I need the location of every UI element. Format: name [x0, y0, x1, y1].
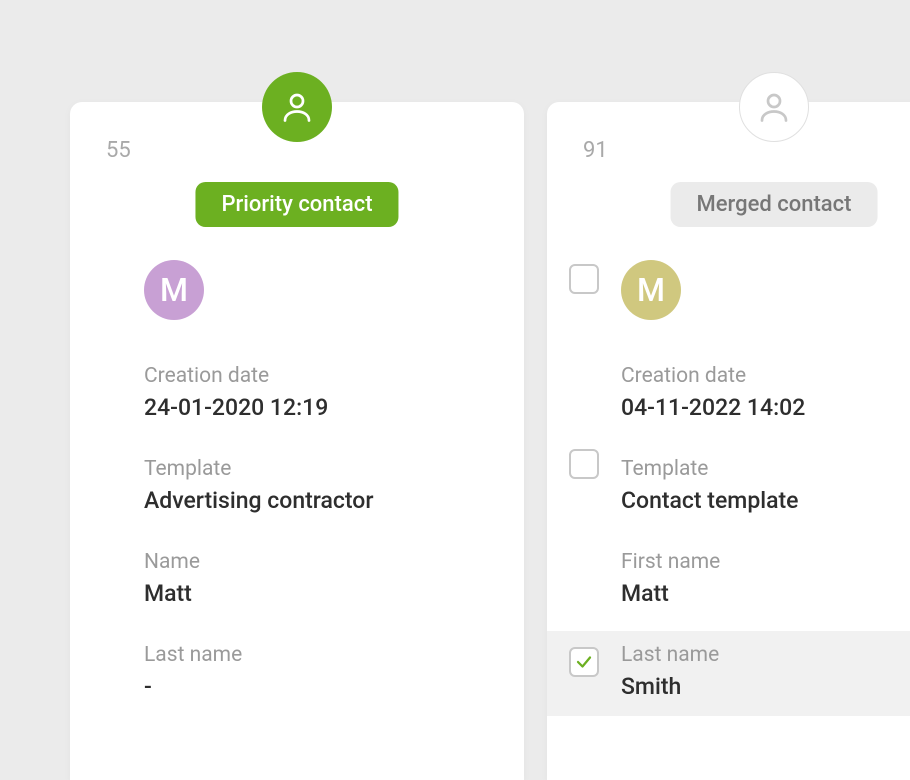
template-value-right: Contact template [621, 487, 910, 514]
contact-head-icon-right [739, 72, 809, 142]
user-icon [279, 89, 315, 125]
lastname-label-left: Last name [144, 643, 524, 667]
avatar-initial-right: M [637, 271, 665, 309]
user-icon [756, 89, 792, 125]
merged-contact-badge-label: Merged contact [697, 192, 852, 217]
avatar-left: M [144, 260, 204, 320]
creation-date-label-right: Creation date [621, 364, 910, 388]
priority-contact-badge-label: Priority contact [221, 192, 372, 217]
avatar-select-checkbox[interactable] [569, 264, 599, 294]
template-label-left: Template [144, 457, 524, 481]
merged-contact-badge: Merged contact [671, 182, 878, 227]
merged-contact-card: 91 Merged contact M Creation da [547, 102, 910, 780]
priority-contact-badge: Priority contact [195, 182, 398, 227]
check-icon [575, 653, 593, 671]
card-id-right: 91 [583, 138, 608, 163]
lastname-value-right: Smith [621, 673, 910, 700]
lastname-value-left: - [144, 673, 524, 700]
creation-date-value-right: 04-11-2022 14:02 [621, 394, 910, 421]
firstname-value-right: Matt [621, 580, 910, 607]
name-label-left: Name [144, 550, 524, 574]
contact-head-icon-left [262, 72, 332, 142]
firstname-label-right: First name [621, 550, 910, 574]
card-id-left: 55 [106, 138, 131, 163]
avatar-right: M [621, 260, 681, 320]
priority-contact-card: 55 Priority contact M Creation date 24-0… [70, 102, 524, 780]
lastname-label-right: Last name [621, 643, 910, 667]
lastname-select-checkbox[interactable] [569, 647, 599, 677]
template-select-checkbox[interactable] [569, 449, 599, 479]
avatar-initial-left: M [160, 271, 188, 309]
template-value-left: Advertising contractor [144, 487, 524, 514]
template-label-right: Template [621, 457, 910, 481]
creation-date-value-left: 24-01-2020 12:19 [144, 394, 524, 421]
name-value-left: Matt [144, 580, 524, 607]
creation-date-label-left: Creation date [144, 364, 524, 388]
